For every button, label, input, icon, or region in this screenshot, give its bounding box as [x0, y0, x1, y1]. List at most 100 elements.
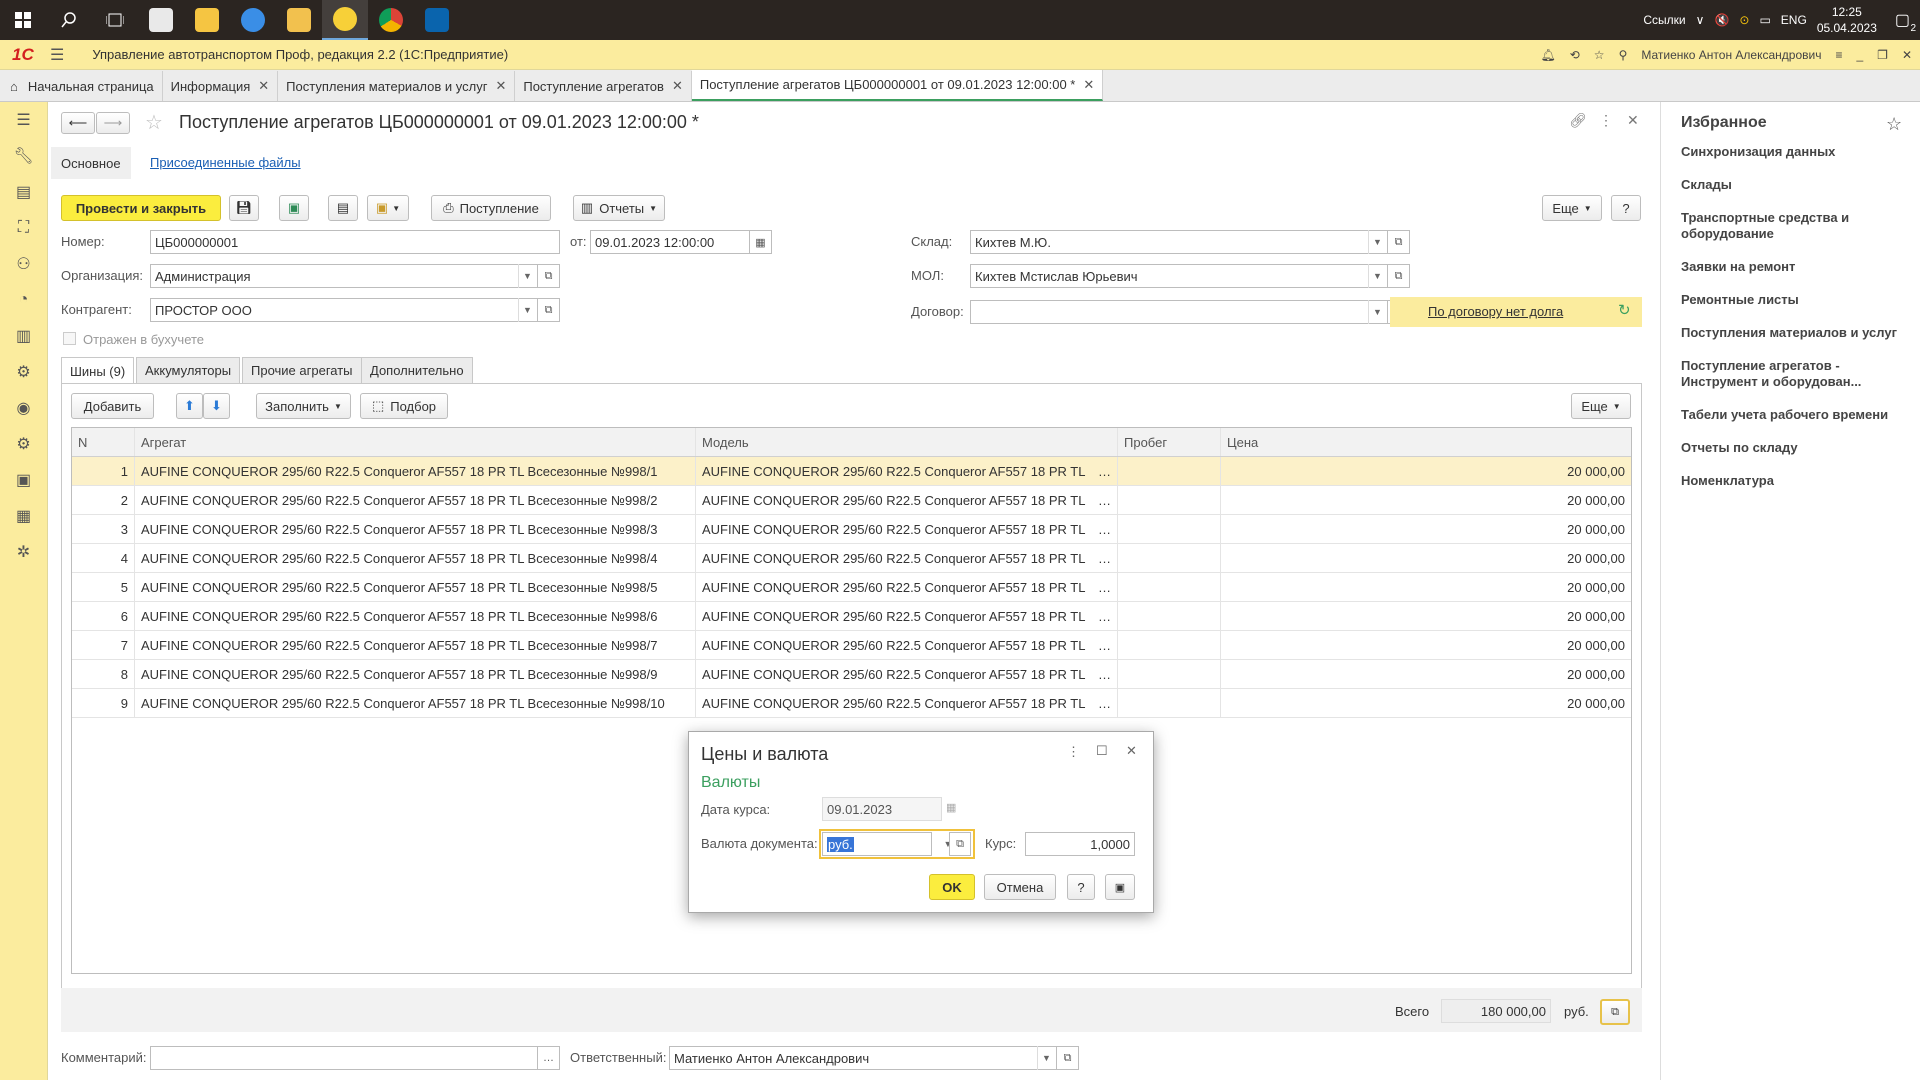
calendar-icon[interactable]: ▦ — [750, 230, 772, 254]
bell-icon[interactable]: 🔔︎ — [1541, 48, 1556, 62]
column-header-mileage[interactable]: Пробег — [1118, 428, 1221, 456]
task-view-icon[interactable] — [92, 0, 138, 40]
fill-button[interactable]: Заполнить ▼ — [256, 393, 351, 419]
more-icon[interactable]: … — [1098, 609, 1111, 624]
favorite-item[interactable]: Поступления материалов и услуг — [1681, 325, 1906, 341]
folder-app-icon[interactable] — [276, 0, 322, 40]
table-row[interactable]: 9 AUFINE CONQUEROR 295/60 R22.5 Conqueror… — [72, 689, 1631, 718]
coins-icon[interactable]: ◉ — [0, 390, 47, 426]
chevron-down-icon[interactable]: ▼ — [1368, 300, 1386, 324]
clock[interactable]: 12:25 05.04.2023 — [1817, 4, 1877, 36]
more-icon[interactable]: … — [1098, 493, 1111, 508]
post-and-close-button[interactable]: Провести и закрыть — [61, 195, 221, 221]
calendar-app-icon[interactable] — [138, 0, 184, 40]
dialog-settings-button[interactable]: ▣ — [1105, 874, 1135, 900]
link-icon[interactable]: 🔗︎ — [1569, 112, 1587, 129]
structure-icon[interactable]: ⛶ — [0, 210, 47, 246]
star-icon[interactable]: ☆ — [1886, 114, 1902, 135]
maximize-icon[interactable]: ☐ — [1096, 743, 1108, 759]
search-icon[interactable]: ⚲ — [1619, 48, 1628, 62]
rate-date-field[interactable]: 09.01.2023 — [822, 797, 942, 821]
chevron-down-icon[interactable]: ▼ — [518, 298, 536, 322]
accounting-checkbox[interactable] — [63, 332, 76, 345]
favorite-item[interactable]: Поступление агрегатов - Инструмент и обо… — [1681, 358, 1906, 390]
column-header-unit[interactable]: Агрегат — [135, 428, 696, 456]
settings-menu-icon[interactable]: ≡ — [1835, 48, 1842, 62]
chevron-down-icon[interactable]: ▼ — [1368, 264, 1386, 288]
tab-units-receipt[interactable]: Поступление агрегатов ✕ — [515, 71, 692, 101]
favorite-item[interactable]: Синхронизация данных — [1681, 144, 1906, 160]
minimize-icon[interactable]: _ — [1856, 48, 1863, 62]
more-icon[interactable]: … — [1098, 580, 1111, 595]
tab-materials[interactable]: Поступления материалов и услуг ✕ — [278, 71, 516, 101]
menu-icon[interactable]: ☰ — [0, 102, 47, 138]
contacts-icon[interactable]: ▣ — [0, 462, 47, 498]
create-based-button[interactable]: ▣ ▼ — [367, 195, 409, 221]
more-icon[interactable]: … — [1098, 522, 1111, 537]
close-icon[interactable]: ✕ — [1083, 77, 1094, 93]
documents-icon[interactable]: ▦ — [0, 498, 47, 534]
close-icon[interactable]: ✕ — [1627, 112, 1639, 129]
tab-info[interactable]: Информация ✕ — [163, 71, 279, 101]
rate-field[interactable]: 1,0000 — [1025, 832, 1135, 856]
close-icon[interactable]: ✕ — [1902, 48, 1912, 62]
tab-additional[interactable]: Дополнительно — [361, 357, 473, 383]
chevron-up-icon[interactable]: ∨ — [1696, 13, 1705, 27]
history-icon[interactable]: ⟲ — [1570, 48, 1580, 62]
journal-button[interactable]: ▤ — [328, 195, 358, 221]
open-icon[interactable]: ⧉ — [538, 264, 560, 288]
table-row[interactable]: 4 AUFINE CONQUEROR 295/60 R22.5 Conqueror… — [72, 544, 1631, 573]
browser-app-icon[interactable] — [230, 0, 276, 40]
book-icon[interactable]: ▥ — [0, 318, 47, 354]
more-vertical-icon[interactable]: ⋮ — [1067, 744, 1080, 760]
favorite-item[interactable]: Транспортные средства и оборудование — [1681, 210, 1906, 242]
comment-field[interactable] — [150, 1046, 538, 1070]
maximize-icon[interactable]: ❐ — [1877, 48, 1888, 62]
favorite-item[interactable]: Отчеты по складу — [1681, 440, 1906, 456]
forward-button[interactable]: ⟶ — [96, 112, 130, 134]
parts-icon[interactable]: ⚙ — [0, 354, 47, 390]
help-button[interactable]: ? — [1611, 195, 1641, 221]
windows-start-icon[interactable] — [0, 0, 46, 40]
open-icon[interactable]: ⧉ — [1057, 1046, 1079, 1070]
more-icon[interactable]: … — [1098, 667, 1111, 682]
open-icon[interactable]: ⧉ — [1388, 264, 1410, 288]
responsible-field[interactable]: Матиенко Антон Александрович — [669, 1046, 1057, 1070]
mol-field[interactable]: Кихтев Мстислав Юрьевич — [970, 264, 1388, 288]
favorite-item[interactable]: Номенклатура — [1681, 473, 1906, 489]
pick-button[interactable]: ⬚ Подбор — [360, 393, 448, 419]
tab-document[interactable]: Поступление агрегатов ЦБ000000001 от 09.… — [691, 70, 1104, 101]
more-icon[interactable]: … — [1098, 551, 1111, 566]
chevron-down-icon[interactable]: ▼ — [1037, 1046, 1055, 1070]
tab-batteries[interactable]: Аккумуляторы — [136, 357, 241, 383]
organization-field[interactable]: Администрация — [150, 264, 538, 288]
contractor-field[interactable]: ПРОСТОР ООО — [150, 298, 538, 322]
volume-icon[interactable]: 🔇 — [1714, 13, 1729, 27]
column-header-model[interactable]: Модель — [696, 428, 1118, 456]
tab-other-units[interactable]: Прочие агрегаты — [242, 357, 362, 383]
table-row[interactable]: 3 AUFINE CONQUEROR 295/60 R22.5 Conqueror… — [72, 515, 1631, 544]
back-button[interactable]: ⟵ — [61, 112, 95, 134]
table-row[interactable]: 6 AUFINE CONQUEROR 295/60 R22.5 Conqueror… — [72, 602, 1631, 631]
gauge-icon[interactable]: ◔ — [0, 282, 47, 318]
favorite-item[interactable]: Склады — [1681, 177, 1906, 193]
more-icon[interactable]: … — [1098, 696, 1111, 711]
grid-more-button[interactable]: Еще ▼ — [1571, 393, 1631, 419]
ok-button[interactable]: OK — [929, 874, 975, 900]
post-button[interactable]: ▣ — [279, 195, 309, 221]
table-row[interactable]: 2 AUFINE CONQUEROR 295/60 R22.5 Conqueror… — [72, 486, 1631, 515]
star-icon[interactable]: ☆ — [1594, 48, 1605, 62]
calendar-icon[interactable]: ▦ — [946, 801, 956, 814]
tab-home[interactable]: ⌂ Начальная страница — [0, 71, 163, 101]
save-button[interactable]: 💾︎ — [229, 195, 259, 221]
table-row[interactable]: 5 AUFINE CONQUEROR 295/60 R22.5 Conqueror… — [72, 573, 1631, 602]
warning-icon[interactable]: ⊙ — [1739, 13, 1749, 27]
notification-icon[interactable]: ▢ 2 — [1895, 10, 1916, 34]
table-row[interactable]: 1 AUFINE CONQUEROR 295/60 R22.5 Conqueror… — [72, 457, 1631, 486]
favorite-item[interactable]: Табели учета рабочего времени — [1681, 407, 1906, 423]
print-receipt-button[interactable]: ⎙ Поступление — [431, 195, 551, 221]
column-header-n[interactable]: N — [72, 428, 135, 456]
prices-currency-button[interactable]: ⧉ — [1600, 999, 1630, 1025]
move-down-button[interactable]: ⬇ — [203, 393, 230, 419]
refresh-icon[interactable]: ↻ — [1618, 301, 1631, 319]
